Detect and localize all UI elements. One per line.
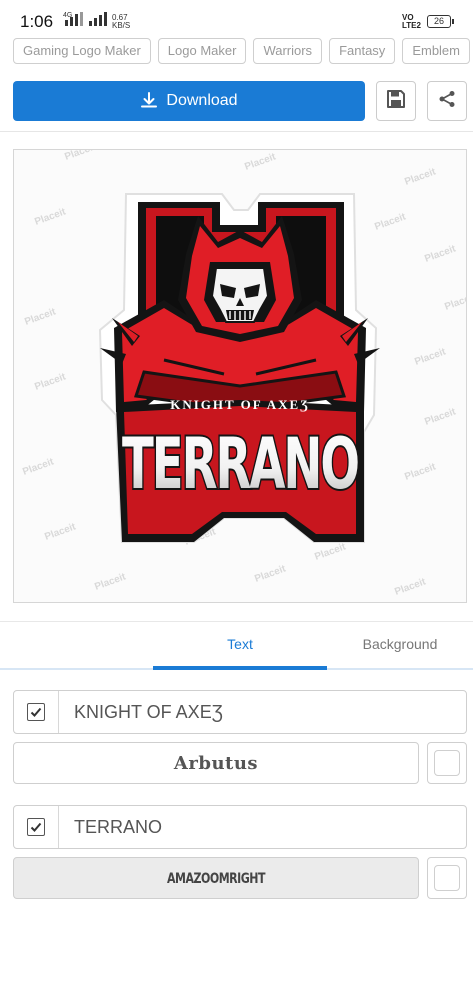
tag-chip-emblem[interactable]: Emblem [402,38,470,64]
watermark-text: Placeit [21,456,56,478]
save-button[interactable] [376,81,416,121]
battery-icon: 26 [427,15,454,28]
download-label: Download [166,92,238,109]
signal-strength-icon [65,12,83,26]
signal-strength-icon-2 [89,12,107,26]
status-bar: 1:06 4G 0.67 KB/S VO LTE2 26 [0,0,473,36]
watermark-text: Placeit [63,150,98,163]
text-layer-1-checkbox-cell [14,691,59,733]
watermark-text: Placeit [393,576,428,598]
watermark-text: Placeit [33,371,68,393]
clock: 1:06 [20,12,54,31]
watermark-text: Placeit [423,243,458,265]
text-layer-1-font-name: Arbutus [173,752,259,774]
text-layer-2-font-name: AMAZOOMRIGHT [167,869,265,887]
watermark-text: Placeit [413,346,448,368]
tag-chip-gaming-logo-maker[interactable]: Gaming Logo Maker [13,38,151,64]
logo-preview-canvas[interactable]: Placeit Placeit Placeit Placeit Placeit … [13,149,467,603]
share-icon [438,90,456,113]
text-layer-2-color-toggle[interactable] [427,857,467,899]
tab-background[interactable]: Background [327,622,473,667]
watermark-text: Placeit [313,541,348,563]
tag-chip-logo-maker[interactable]: Logo Maker [157,38,247,64]
tag-chip-row: Gaming Logo Maker Logo Maker Warriors Fa… [13,38,473,64]
text-layer-1-color-swatch [434,750,460,776]
text-layer-2-font-select[interactable]: AMAZOOMRIGHT [13,857,419,899]
watermark-text: Placeit [243,151,278,173]
text-layer-row-2 [13,805,467,849]
logo-title-text: TERRANO [122,423,358,505]
volte-indicator: VO LTE2 [402,13,421,30]
watermark-text: Placeit [403,461,438,483]
tag-chip-warriors[interactable]: Warriors [253,38,323,64]
tab-active-indicator [153,666,327,670]
text-layer-1-color-toggle[interactable] [427,742,467,784]
text-layer-2-checkbox[interactable] [27,818,45,836]
text-layer-2-color-swatch [434,865,460,891]
watermark-text: Placeit [443,291,466,313]
logo-artwork: Placeit Placeit Placeit Placeit Placeit … [21,150,466,598]
download-button[interactable]: Download [13,81,365,121]
checkmark-icon [30,707,42,717]
watermark-text: Placeit [373,211,408,233]
watermark-text: Placeit [43,521,78,543]
download-icon [140,92,158,110]
checkmark-icon [30,822,42,832]
text-layer-1-checkbox[interactable] [27,703,45,721]
watermark-text: Placeit [33,206,68,228]
text-layer-2-input[interactable] [74,806,454,848]
share-button[interactable] [427,81,467,121]
watermark-text: Placeit [403,166,438,188]
editor-tabs: Text Background [0,621,473,670]
watermark-text: Placeit [93,571,128,593]
watermark-text: Placeit [23,306,58,328]
network-speed: 0.67 KB/S [112,13,131,30]
tag-chip-fantasy[interactable]: Fantasy [329,38,396,64]
logo-subtitle-text: KNIGHT OF AXEƷ [170,397,310,412]
text-layer-2-checkbox-cell [14,806,59,848]
text-layer-1-input[interactable] [74,691,454,733]
watermark-text: Placeit [423,406,458,428]
text-layer-row-1 [13,690,467,734]
tab-text[interactable]: Text [153,622,327,667]
text-layer-1-font-select[interactable]: Arbutus [13,742,419,784]
watermark-text: Placeit [253,563,288,585]
toolbar-divider [0,131,473,132]
floppy-disk-icon [386,89,406,114]
